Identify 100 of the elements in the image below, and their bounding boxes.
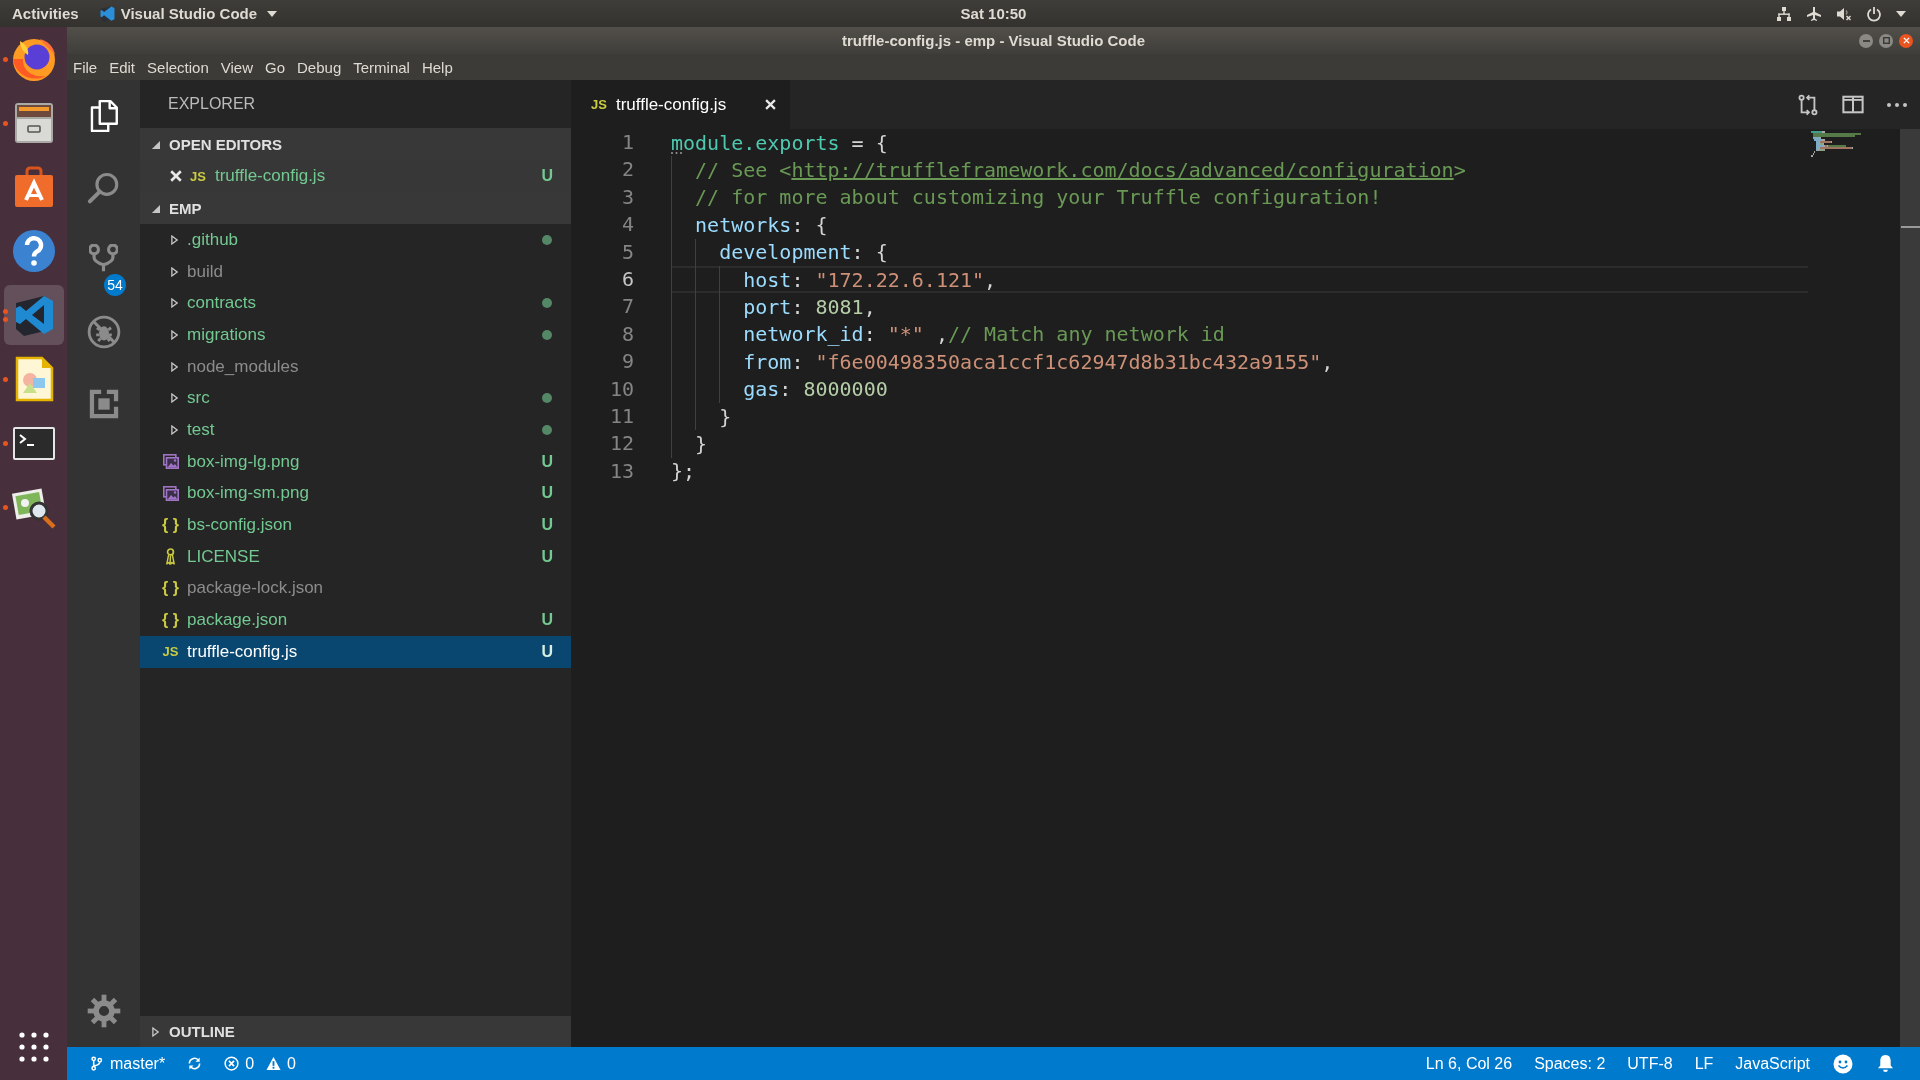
menu-item[interactable]: File	[67, 54, 104, 80]
minimize-button[interactable]	[1859, 33, 1873, 48]
tree-item[interactable]: box-img-lg.png U	[140, 445, 571, 478]
open-editor-item[interactable]: JS truffle-config.js U	[140, 160, 571, 192]
image-file-icon	[162, 485, 179, 501]
menu-item[interactable]: Go	[259, 54, 291, 80]
tree-item[interactable]: test	[140, 414, 571, 446]
cursor-position-button[interactable]: Ln 6, Col 26	[1414, 1047, 1524, 1080]
bell-icon[interactable]	[1877, 1054, 1894, 1073]
js-icon: JS	[591, 97, 607, 112]
airplane-icon[interactable]	[1806, 5, 1822, 22]
menu-item[interactable]: View	[214, 54, 259, 80]
code-line: }	[695, 432, 708, 456]
code-editor-icon[interactable]	[3, 285, 64, 345]
close-icon[interactable]	[170, 170, 182, 182]
tree-item[interactable]: { } package.json U	[140, 604, 571, 636]
line-number: 12	[608, 430, 634, 458]
maximize-button[interactable]	[1879, 33, 1893, 48]
tree-item[interactable]: LICENSE U	[140, 540, 571, 573]
editor-tab[interactable]: JS truffle-config.js	[571, 80, 790, 129]
close-icon[interactable]	[765, 99, 776, 110]
activities-button[interactable]: Activities	[12, 5, 79, 22]
caret-icon[interactable]	[1896, 10, 1906, 17]
line-number: 9	[620, 348, 634, 376]
code-line: gas: 8000000	[743, 377, 888, 402]
git-status-label: U	[541, 167, 553, 185]
code-line: development: {	[719, 240, 888, 265]
app-grid-icon[interactable]	[18, 1032, 49, 1062]
code-line: network_id: "*" ,// Match any network id	[743, 322, 1225, 347]
line-number: 5	[620, 238, 634, 266]
tree-item[interactable]: migrations	[140, 319, 571, 351]
close-button[interactable]	[1899, 33, 1913, 48]
tree-item[interactable]: build	[140, 255, 571, 288]
section-header[interactable]: EMP	[140, 192, 571, 224]
smiley-icon[interactable]	[1833, 1053, 1853, 1074]
menu-item[interactable]: Edit	[103, 54, 142, 80]
menu-item[interactable]: Selection	[141, 54, 215, 80]
sidebar-title: EXPLORER	[167, 94, 257, 114]
git-status-label: U	[541, 484, 553, 503]
network-icon[interactable]	[1776, 5, 1792, 22]
menu-item[interactable]: Debug	[291, 54, 348, 80]
warning-icon	[266, 1056, 282, 1071]
code-line: };	[671, 459, 696, 484]
scrollbar[interactable]	[1900, 129, 1920, 1047]
settings-icon[interactable]	[86, 994, 121, 1028]
section-header[interactable]: OPEN EDITORS	[140, 128, 571, 160]
js-icon: JS	[190, 168, 206, 184]
code-line: port: 8081,	[743, 295, 876, 320]
git-status-label: U	[541, 611, 553, 630]
image-file-icon	[162, 454, 179, 470]
line-number: 10	[608, 375, 634, 403]
code-line: from: "f6e00498350aca1ccf1c62947d8b31bc432a9155",	[743, 349, 1334, 374]
change-count-badge: 54	[104, 274, 126, 296]
code-line: module.exports = {	[671, 130, 888, 155]
branch-icon	[89, 1056, 104, 1071]
section-header[interactable]: OUTLINE	[140, 1016, 571, 1047]
search-icon[interactable]	[86, 171, 121, 205]
menu-item[interactable]: Help	[415, 54, 459, 80]
tree-item[interactable]: .github	[140, 224, 571, 256]
line-number: 13	[608, 457, 634, 485]
encoding-button[interactable]: UTF-8	[1616, 1047, 1684, 1080]
tree-item[interactable]: box-img-sm.png U	[140, 477, 571, 510]
tree-item[interactable]: src	[140, 382, 571, 415]
minimize-icon	[1862, 39, 1870, 42]
line-number: 3	[620, 183, 634, 211]
branch-button[interactable]: master*	[81, 1047, 177, 1080]
tree-item[interactable]: { } package-lock.json	[140, 572, 571, 605]
braces-icon: { }	[162, 611, 179, 630]
power-icon[interactable]	[1866, 5, 1882, 22]
app-menu[interactable]: Visual Studio Code	[99, 5, 278, 22]
ribbon-icon	[165, 548, 176, 566]
braces-icon: { }	[162, 579, 179, 598]
git-status-label: U	[541, 547, 553, 566]
split-editor-icon[interactable]	[1842, 95, 1864, 114]
line-ending-button[interactable]: LF	[1683, 1047, 1725, 1080]
language-button[interactable]: JavaScript	[1724, 1047, 1821, 1080]
menu-item[interactable]: Terminal	[347, 54, 416, 80]
sync-icon[interactable]	[187, 1056, 203, 1071]
indentation-button[interactable]: Spaces: 2	[1523, 1047, 1617, 1080]
tree-item[interactable]: contracts	[140, 287, 571, 320]
tree-item[interactable]: { } bs-config.json U	[140, 509, 571, 541]
no-bug-icon[interactable]	[86, 315, 121, 349]
line-number: 7	[620, 293, 634, 321]
more-icon[interactable]	[1887, 102, 1907, 107]
maximize-icon	[1882, 37, 1890, 44]
clock[interactable]: Sat 10:50	[960, 5, 1027, 22]
tree-item[interactable]: node_modules	[140, 350, 571, 383]
git-status-label: U	[541, 452, 553, 471]
error-icon	[224, 1056, 240, 1071]
branch-icon[interactable]	[89, 243, 118, 273]
tree-item[interactable]: JS truffle-config.js U	[140, 635, 571, 668]
line-number: 2	[620, 156, 634, 184]
volume-muted-icon[interactable]	[1836, 5, 1852, 22]
problems-button[interactable]: 0 0	[213, 1047, 307, 1080]
code-line: // See <http://truffleframework.com/docs/advanced/configuration>	[695, 158, 1466, 183]
line-number: 4	[620, 211, 634, 239]
line-number: 11	[608, 402, 634, 430]
compare-changes-icon[interactable]	[1797, 93, 1819, 116]
line-number: 8	[620, 320, 634, 348]
close-icon	[1902, 37, 1910, 44]
